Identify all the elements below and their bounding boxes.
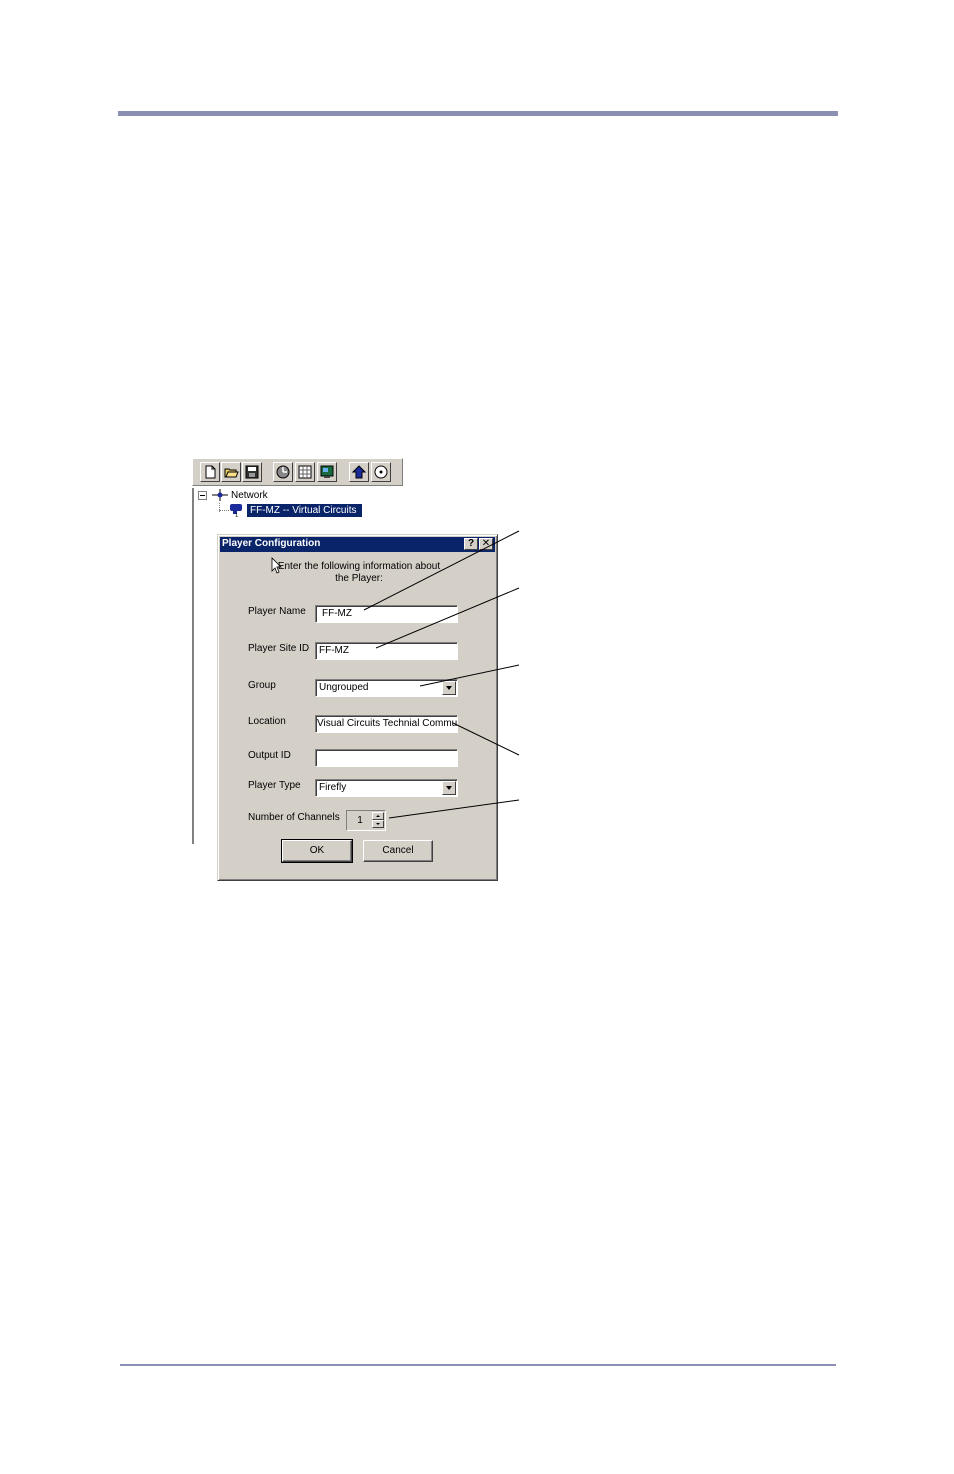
- tree-item-network[interactable]: Network: [231, 490, 268, 501]
- spin-up-icon[interactable]: [372, 812, 384, 820]
- monitor-display-icon: [320, 465, 334, 478]
- schedule-clock-icon: [276, 465, 290, 479]
- open-folder-icon: [224, 468, 239, 478]
- dialog-titlebar: Player Configuration ? ✕: [220, 537, 495, 552]
- tree-collapse-toggle[interactable]: [198, 491, 207, 500]
- disc-button[interactable]: [371, 462, 391, 482]
- player-type-label: Player Type: [248, 780, 301, 791]
- output-id-label: Output ID: [248, 750, 291, 761]
- player-type-select[interactable]: Firefly: [315, 779, 458, 797]
- upload-button[interactable]: [349, 462, 369, 482]
- group-selected-value: Ungrouped: [319, 682, 369, 693]
- save-button[interactable]: [242, 462, 262, 482]
- upload-arrow-icon: [351, 465, 367, 479]
- close-button[interactable]: ✕: [479, 538, 493, 550]
- new-document-button[interactable]: [200, 462, 220, 482]
- svg-text:1: 1: [235, 513, 238, 517]
- tree-border: [192, 488, 194, 844]
- toolbar: [192, 458, 403, 486]
- help-button[interactable]: ?: [464, 538, 478, 550]
- close-icon: ✕: [481, 538, 491, 549]
- open-folder-button[interactable]: [221, 462, 241, 482]
- help-icon: ?: [467, 538, 475, 549]
- footer-rule: [120, 1364, 836, 1366]
- dialog-title: Player Configuration: [222, 538, 321, 549]
- dialog-intro-text: Enter the following information about th…: [277, 561, 441, 584]
- player-icon: 1: [230, 504, 242, 517]
- network-icon: [212, 489, 228, 501]
- location-label: Location: [248, 716, 286, 727]
- tree-item-player[interactable]: FF-MZ -- Virtual Circuits: [247, 504, 363, 517]
- ok-button[interactable]: OK: [281, 839, 353, 863]
- player-site-id-label: Player Site ID: [248, 643, 310, 654]
- player-type-selected-value: Firefly: [319, 782, 347, 793]
- grid-button[interactable]: [295, 462, 315, 482]
- spin-down-icon[interactable]: [372, 820, 384, 828]
- player-name-label: Player Name: [248, 606, 306, 617]
- channels-value[interactable]: 1: [350, 813, 370, 828]
- grid-table-icon: [298, 465, 312, 479]
- schedule-button[interactable]: [273, 462, 293, 482]
- monitor-button[interactable]: [317, 462, 337, 482]
- new-document-icon: [205, 465, 216, 479]
- group-dropdown-arrow-icon[interactable]: [442, 681, 456, 695]
- number-of-channels-stepper[interactable]: 1: [346, 810, 386, 831]
- group-select[interactable]: Ungrouped: [315, 679, 458, 697]
- group-label: Group: [248, 680, 276, 691]
- header-rule: [118, 111, 838, 116]
- tree-connector: [219, 510, 229, 511]
- number-of-channels-label: Number of Channels: [248, 812, 340, 823]
- player-name-input[interactable]: FF-MZ: [315, 605, 458, 623]
- player-type-dropdown-arrow-icon[interactable]: [442, 781, 456, 795]
- player-configuration-dialog: Player Configuration ? ✕ Enter the follo…: [217, 534, 498, 881]
- player-site-id-input[interactable]: FF-MZ: [315, 642, 458, 660]
- cancel-button[interactable]: Cancel: [363, 840, 433, 862]
- save-disk-icon: [245, 465, 259, 479]
- output-id-input[interactable]: [315, 749, 458, 767]
- location-input[interactable]: Visual Circuits Technial Commu: [315, 715, 458, 733]
- disc-icon: [374, 465, 388, 479]
